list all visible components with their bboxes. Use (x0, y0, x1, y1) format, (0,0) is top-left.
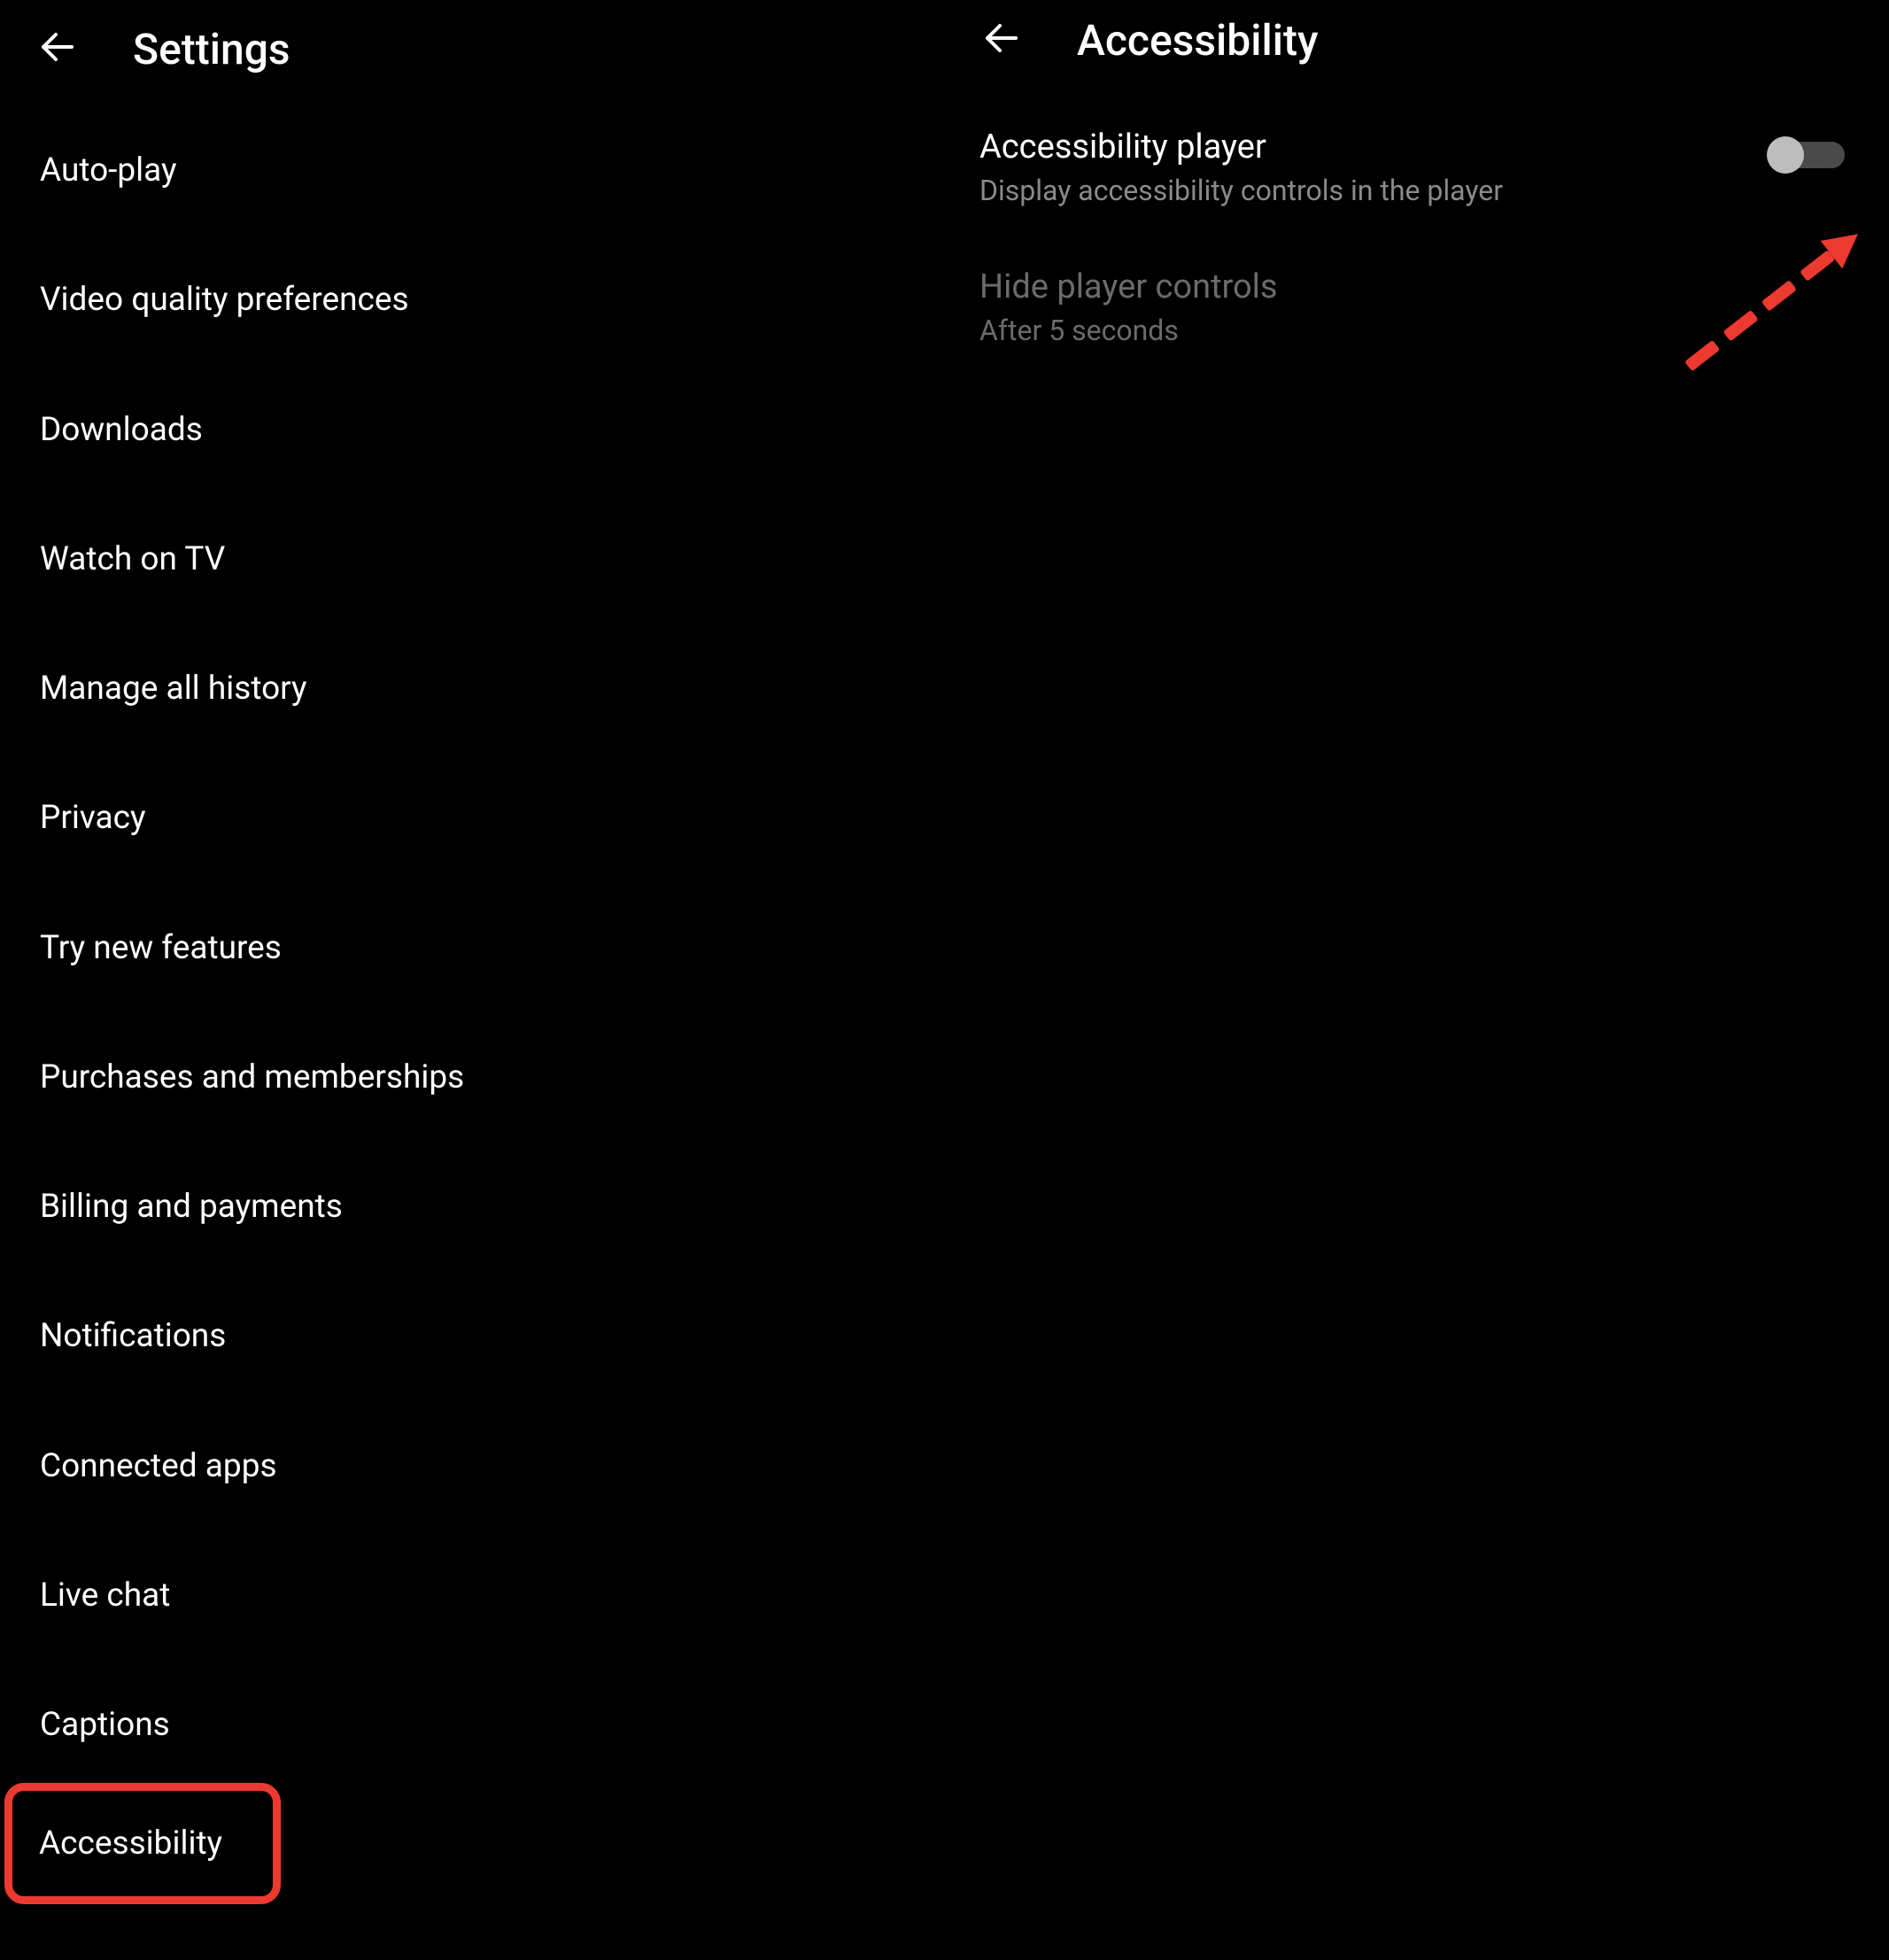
list-label: Video quality preferences (40, 281, 409, 319)
list-label: Purchases and memberships (40, 1058, 464, 1096)
settings-item-privacy[interactable]: Privacy (0, 754, 944, 883)
list-label: Auto-play (40, 151, 177, 190)
back-button-settings[interactable] (27, 18, 89, 80)
settings-item-video-quality[interactable]: Video quality preferences (0, 236, 944, 365)
settings-item-notifications[interactable]: Notifications (0, 1272, 944, 1401)
setting-subtitle: After 5 seconds (979, 314, 1278, 347)
setting-title: Hide player controls (979, 267, 1278, 306)
accessibility-pane: Accessibility Accessibility player Displ… (944, 0, 1889, 1960)
settings-item-try-new-features[interactable]: Try new features (0, 884, 944, 1013)
list-label: Live chat (40, 1577, 170, 1615)
settings-header: Settings (0, 0, 944, 106)
list-label: Try new features (40, 929, 282, 967)
list-label: Manage all history (40, 670, 307, 708)
settings-item-auto-play[interactable]: Auto-play (0, 106, 944, 236)
accessibility-player-row[interactable]: Accessibility player Display accessibili… (944, 97, 1889, 237)
settings-item-connected-apps[interactable]: Connected apps (0, 1402, 944, 1531)
list-label: Notifications (40, 1317, 226, 1355)
list-label: Accessibility (39, 1824, 222, 1863)
list-label: Billing and payments (40, 1188, 343, 1226)
accessibility-title: Accessibility (1077, 15, 1318, 66)
arrow-left-icon (36, 26, 79, 72)
settings-item-accessibility-highlight[interactable]: Accessibility (4, 1783, 281, 1904)
settings-item-billing[interactable]: Billing and payments (0, 1143, 944, 1272)
list-label: Watch on TV (40, 540, 225, 578)
settings-item-captions[interactable]: Captions (0, 1661, 944, 1790)
settings-item-watch-on-tv[interactable]: Watch on TV (0, 495, 944, 624)
list-label: Connected apps (40, 1447, 277, 1485)
settings-item-live-chat[interactable]: Live chat (0, 1531, 944, 1661)
hide-player-controls-row: Hide player controls After 5 seconds (944, 237, 1889, 377)
setting-text: Hide player controls After 5 seconds (979, 267, 1278, 347)
setting-title: Accessibility player (979, 128, 1503, 167)
back-button-accessibility[interactable] (971, 9, 1033, 71)
settings-list: Auto-play Video quality preferences Down… (0, 106, 944, 1904)
arrow-left-icon (980, 17, 1023, 63)
settings-title: Settings (133, 24, 290, 74)
list-label: Privacy (40, 799, 146, 837)
settings-pane: Settings Auto-play Video quality prefere… (0, 0, 944, 1960)
settings-item-downloads[interactable]: Downloads (0, 366, 944, 495)
list-label: Captions (40, 1706, 170, 1744)
list-label: Downloads (40, 411, 203, 449)
setting-text: Accessibility player Display accessibili… (979, 128, 1503, 207)
accessibility-header: Accessibility (944, 0, 1889, 97)
accessibility-player-toggle[interactable] (1767, 136, 1845, 174)
settings-item-manage-history[interactable]: Manage all history (0, 624, 944, 754)
setting-subtitle: Display accessibility controls in the pl… (979, 174, 1503, 207)
settings-item-purchases[interactable]: Purchases and memberships (0, 1013, 944, 1143)
toggle-knob (1767, 136, 1804, 174)
